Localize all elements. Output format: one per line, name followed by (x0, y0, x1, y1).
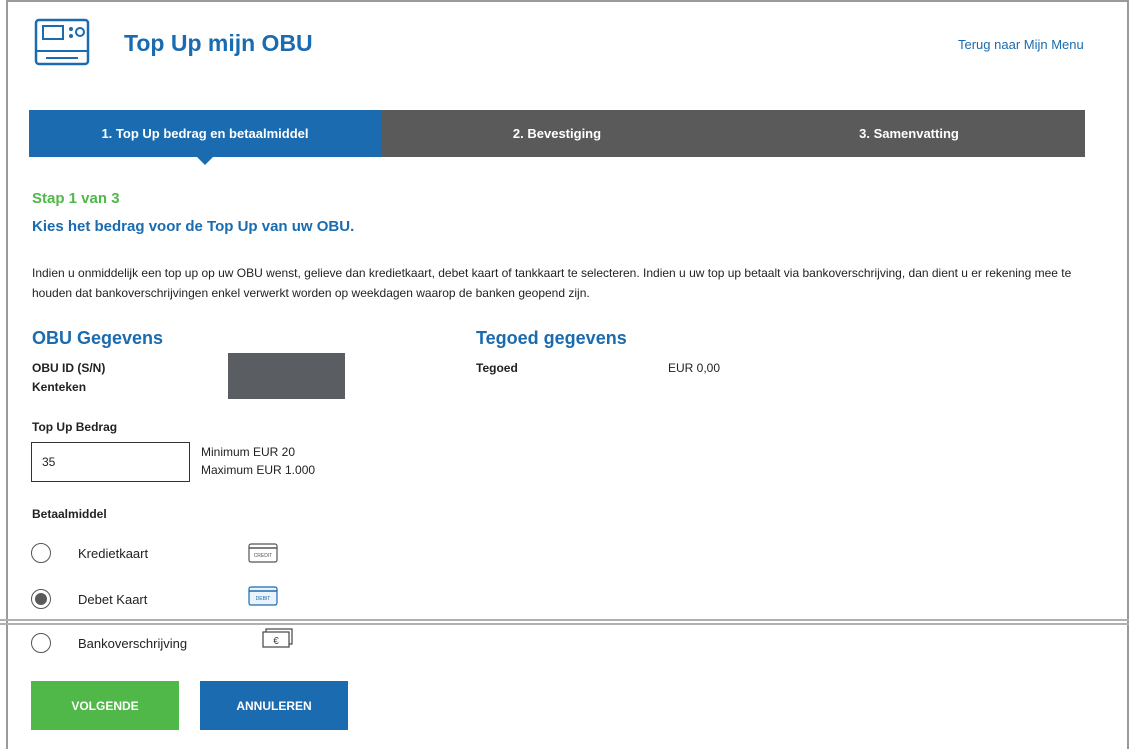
svg-text:DEBIT: DEBIT (256, 596, 271, 602)
balance-section-heading: Tegoed gegevens (476, 328, 627, 348)
window-frame-top (6, 0, 1129, 2)
obu-section-heading: OBU Gegevens (32, 328, 164, 348)
payment-option-label: Kredietkaart (78, 545, 149, 561)
radio-credit-card[interactable] (31, 543, 51, 563)
step-3-tab[interactable]: 3. Samenvatting (733, 110, 1085, 157)
svg-text:CREDIT: CREDIT (254, 553, 273, 559)
amount-maximum: Maximum EUR 1.000 (201, 463, 316, 477)
step-heading: Kies het bedrag voor de Top Up van uw OB… (32, 218, 355, 235)
page-title: Top Up mijn OBU (124, 30, 313, 56)
payment-option-bank-transfer[interactable]: Bankoverschrijving (31, 633, 187, 653)
topup-amount-label: Top Up Bedrag (32, 420, 118, 434)
payment-option-credit-card[interactable]: Kredietkaart (31, 543, 148, 563)
euro-banknote-icon: € (262, 628, 293, 648)
screenshot-seam (0, 619, 1129, 621)
topup-amount-input[interactable] (31, 442, 190, 482)
window-frame-left (6, 0, 8, 749)
amount-minimum: Minimum EUR 20 (201, 445, 296, 459)
intro-text: Indien u onmiddelijk een top up op uw OB… (32, 266, 1072, 300)
balance-label: Tegoed (476, 361, 518, 375)
next-button[interactable]: VOLGENDE (31, 681, 179, 730)
debit-card-icon: DEBIT (248, 586, 278, 606)
step-count: Stap 1 van 3 (32, 190, 120, 207)
back-to-menu-link[interactable]: Terug naar Mijn Menu (958, 37, 1084, 52)
plate-label: Kenteken (32, 380, 87, 394)
payment-method-label: Betaalmiddel (32, 507, 107, 521)
balance-value: EUR 0,00 (668, 361, 721, 375)
radio-debit-card[interactable] (31, 589, 51, 609)
obu-device-icon (34, 18, 90, 66)
svg-text:€: € (273, 636, 279, 647)
step-1-tab[interactable]: 1. Top Up bedrag en betaalmiddel (29, 110, 381, 165)
cancel-button[interactable]: ANNULEREN (200, 681, 348, 730)
progress-stepper: 1. Top Up bedrag en betaalmiddel 2. Beve… (29, 110, 1085, 165)
amount-limits: Minimum EUR 20 Maximum EUR 1.000 (201, 443, 315, 479)
screenshot-seam (0, 623, 1129, 625)
credit-card-icon: CREDIT (248, 543, 278, 563)
radio-bank-transfer[interactable] (31, 633, 51, 653)
payment-option-label: Debet Kaart (78, 591, 148, 607)
payment-option-debit-card[interactable]: Debet Kaart (31, 589, 147, 609)
obu-id-label: OBU ID (S/N) (32, 361, 106, 375)
payment-option-label: Bankoverschrijving (78, 635, 188, 651)
step-2-tab[interactable]: 2. Bevestiging (381, 110, 733, 157)
redacted-obu-details (228, 353, 345, 399)
